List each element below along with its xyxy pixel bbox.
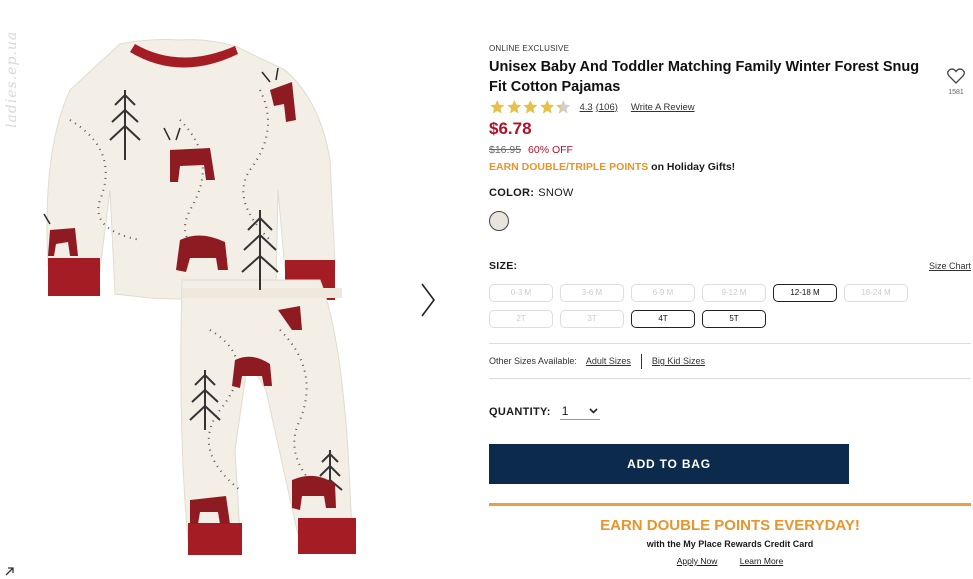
wishlist-count: 1581 [948, 89, 964, 96]
color-value: SNOW [538, 187, 574, 199]
online-exclusive-label: ONLINE EXCLUSIVE [489, 44, 570, 53]
rewards-links: Apply Now Learn More [489, 556, 971, 566]
size-option-3t[interactable]: 3T [560, 310, 624, 328]
product-info: ONLINE EXCLUSIVE Unisex Baby And Toddler… [489, 44, 971, 566]
next-image-arrow-icon[interactable] [418, 282, 438, 318]
size-option-0-3m[interactable]: 0-3 M [489, 284, 553, 302]
divider [640, 353, 642, 369]
size-option-2t[interactable]: 2T [489, 310, 553, 328]
watermark: ladies.ep.ua [4, 30, 20, 128]
heart-icon [947, 68, 965, 84]
color-label: COLOR: [489, 187, 535, 199]
discount-badge: 60% OFF [528, 144, 573, 156]
color-swatch-snow[interactable] [489, 211, 509, 231]
quantity-value: 1 [561, 404, 569, 418]
size-options: 0-3 M 3-6 M 6-9 M 9-12 M 12-18 M 18-24 M 2T 3T 4… [489, 284, 971, 328]
size-option-3-6m[interactable]: 3-6 M [560, 284, 624, 302]
size-option-12-18m[interactable]: 12-18 M [773, 284, 837, 302]
add-to-bag-button[interactable]: ADD TO BAG [489, 444, 849, 484]
promo-message: EARN DOUBLE/TRIPLE POINTS on Holiday Gif… [489, 161, 971, 173]
quantity-select[interactable]: 1 [559, 403, 600, 420]
apply-now-link[interactable]: Apply Now [677, 556, 718, 566]
star-icon [556, 100, 571, 114]
price-comparison: $16.95 60% OFF [489, 144, 971, 156]
size-option-5t[interactable]: 5T [702, 310, 766, 328]
wishlist-button[interactable]: 1581 [945, 68, 967, 96]
star-icon [490, 100, 505, 114]
product-title: Unisex Baby And Toddler Matching Family … [489, 59, 920, 95]
pajamas-illustration [43, 39, 356, 555]
quantity-row: QUANTITY: 1 [489, 403, 971, 420]
size-option-4t[interactable]: 4T [631, 310, 695, 328]
quantity-label: QUANTITY: [489, 405, 551, 418]
big-kid-sizes-link[interactable]: Big Kid Sizes [652, 356, 705, 366]
rating-row: 4.3 (106) Write A Review [489, 97, 971, 117]
product-image[interactable] [30, 30, 380, 565]
size-option-6-9m[interactable]: 6-9 M [631, 284, 695, 302]
learn-more-link[interactable]: Learn More [740, 556, 783, 566]
promo-highlight: EARN DOUBLE/TRIPLE POINTS [489, 161, 649, 173]
rewards-subtitle: with the My Place Rewards Credit Card [646, 539, 814, 549]
other-sizes-row: Other Sizes Available: Adult Sizes Big K… [489, 343, 971, 379]
size-label: SIZE: [489, 260, 518, 272]
write-review-link[interactable]: Write A Review [631, 102, 695, 113]
sale-price: $6.78 [489, 119, 532, 138]
adult-sizes-link[interactable]: Adult Sizes [586, 356, 631, 366]
promo-text: on Holiday Gifts! [648, 161, 736, 173]
rewards-divider [489, 503, 971, 506]
star-icon [506, 100, 521, 114]
star-icon [523, 100, 538, 114]
size-header: SIZE: Size Chart [489, 260, 971, 272]
expand-icon[interactable] [4, 565, 16, 577]
chevron-down-icon [589, 408, 598, 414]
color-row: COLOR: SNOW [489, 187, 971, 199]
other-sizes-label: Other Sizes Available: [489, 356, 577, 366]
review-count[interactable]: (106) [596, 102, 618, 113]
original-price: $16.95 [489, 144, 522, 156]
star-rating[interactable] [489, 99, 572, 115]
rewards-title: EARN DOUBLE POINTS EVERYDAY! [600, 517, 860, 534]
size-option-18-24m[interactable]: 18-24 M [844, 284, 908, 302]
star-icon [539, 100, 554, 114]
size-chart-link[interactable]: Size Chart [929, 261, 971, 271]
size-option-9-12m[interactable]: 9-12 M [702, 284, 766, 302]
rating-value[interactable]: 4.3 [580, 102, 593, 113]
